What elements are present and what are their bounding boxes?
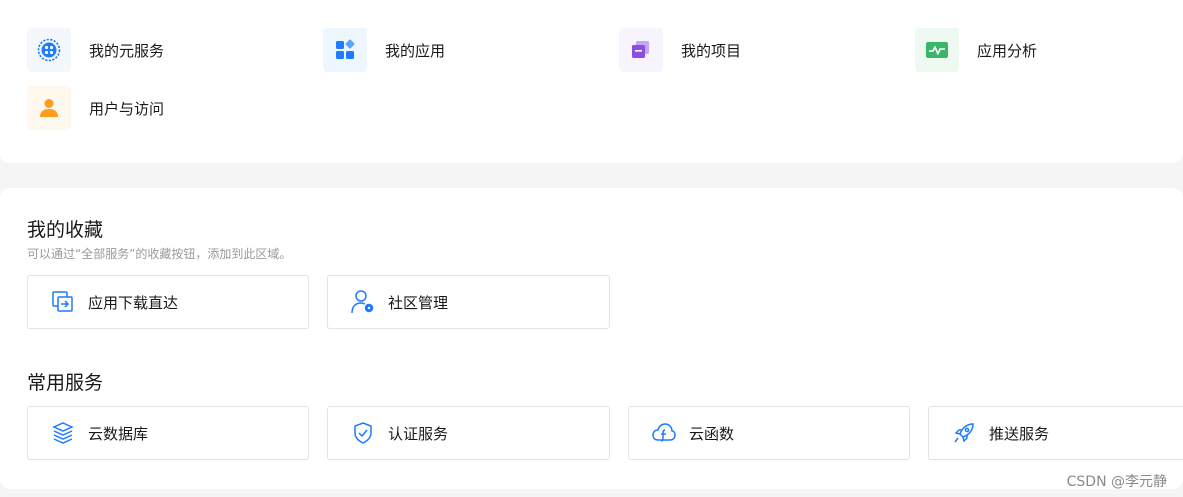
service-item-auth[interactable]: 认证服务: [327, 406, 610, 460]
quick-link-my-apps[interactable]: 我的应用: [323, 28, 445, 72]
favorite-item-download-direct[interactable]: 应用下载直达: [27, 275, 309, 329]
favorites-title: 我的收藏: [27, 219, 104, 241]
push-rocket-icon: [951, 420, 977, 446]
common-services-title: 常用服务: [27, 372, 104, 394]
atomic-service-icon: [27, 28, 71, 72]
service-item-push[interactable]: 推送服务: [928, 406, 1183, 460]
favorites-hint: 可以通过“全部服务”的收藏按钮，添加到此区域。: [27, 247, 292, 261]
quick-link-label: 用户与访问: [89, 99, 165, 118]
download-direct-icon: [50, 289, 76, 315]
quick-link-app-analytics[interactable]: 应用分析: [915, 28, 1037, 72]
apps-grid-icon: [323, 28, 367, 72]
quick-link-label: 我的项目: [681, 41, 742, 60]
watermark: CSDN @李元静: [1066, 474, 1167, 490]
quick-link-users-access[interactable]: 用户与访问: [27, 86, 164, 130]
user-icon: [27, 86, 71, 130]
quick-links-panel: 我的元服务 我的应用 我的项目 应用分析 用户与访问: [0, 0, 1183, 163]
community-admin-icon: [350, 289, 376, 315]
favorite-item-label: 社区管理: [388, 293, 449, 312]
quick-link-label: 应用分析: [977, 41, 1038, 60]
quick-link-label: 我的元服务: [89, 41, 165, 60]
favorite-item-label: 应用下载直达: [88, 293, 179, 312]
quick-link-label: 我的应用: [385, 41, 446, 60]
project-stack-icon: [619, 28, 663, 72]
service-item-label: 推送服务: [989, 424, 1050, 443]
cloud-function-icon: [651, 420, 677, 446]
analytics-chart-icon: [915, 28, 959, 72]
service-item-cloud-database[interactable]: 云数据库: [27, 406, 309, 460]
service-item-cloud-function[interactable]: 云函数: [628, 406, 910, 460]
quick-link-atomic-services[interactable]: 我的元服务: [27, 28, 164, 72]
service-item-label: 认证服务: [388, 424, 449, 443]
service-item-label: 云数据库: [88, 424, 149, 443]
cloud-database-icon: [50, 420, 76, 446]
service-item-label: 云函数: [689, 424, 735, 443]
quick-link-my-projects[interactable]: 我的项目: [619, 28, 741, 72]
auth-shield-icon: [350, 420, 376, 446]
favorite-item-community-admin[interactable]: 社区管理: [327, 275, 610, 329]
